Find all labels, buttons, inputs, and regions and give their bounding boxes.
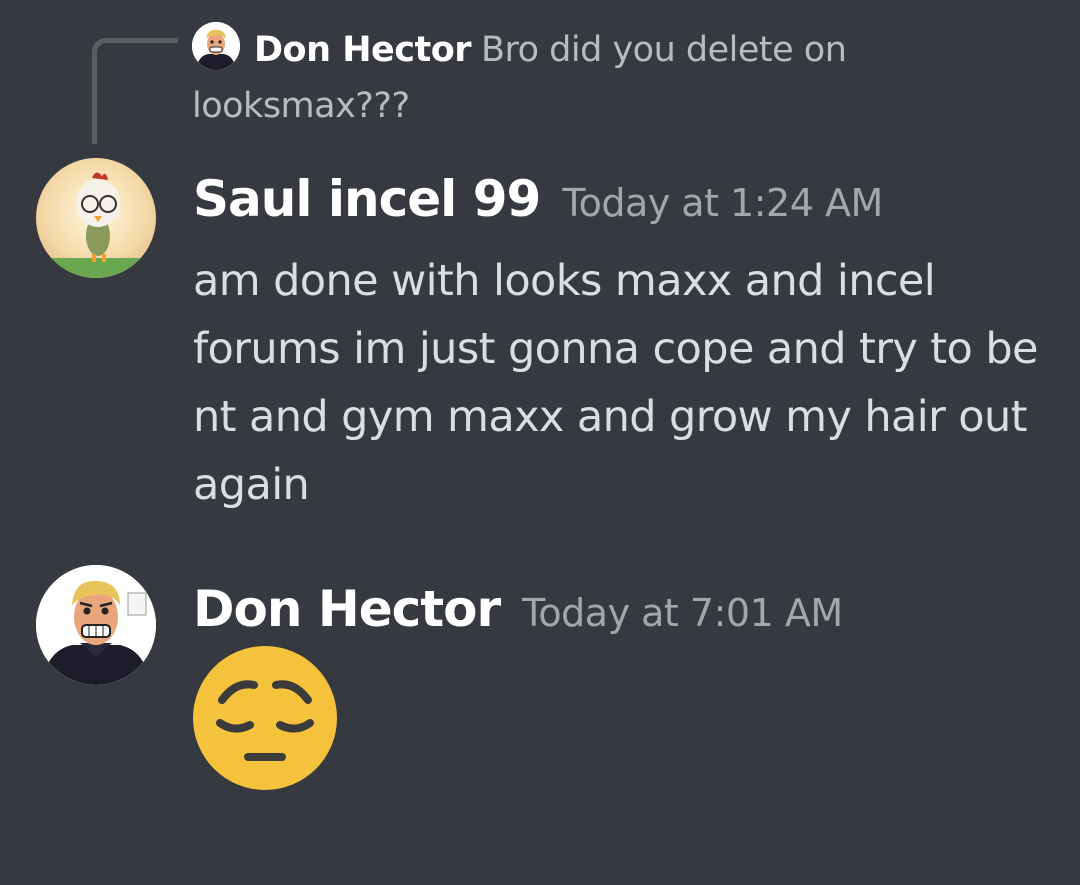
reply-preview[interactable]: Don Hector Bro did you delete on looksmax… bbox=[0, 0, 1080, 150]
user-avatar[interactable] bbox=[36, 565, 156, 685]
message-content: am done with looks maxx and incel forums… bbox=[193, 256, 1038, 510]
chick-cartoon-avatar-icon bbox=[36, 158, 156, 278]
message-item: Saul incel 99 Today at 1:24 AM am done wi… bbox=[0, 150, 1080, 530]
pensive-face-icon bbox=[193, 646, 337, 790]
reply-content: Don Hector Bro did you delete on looksmax… bbox=[192, 22, 952, 134]
user-avatar[interactable] bbox=[36, 158, 156, 278]
reply-author-name[interactable]: Don Hector bbox=[254, 30, 472, 70]
message-item: Don Hector Today at 7:01 AM bbox=[0, 555, 1080, 815]
pensive-face-emoji[interactable] bbox=[192, 645, 338, 791]
message-timestamp: Today at 1:24 AM bbox=[562, 181, 883, 225]
message-header: Saul incel 99 Today at 1:24 AM bbox=[193, 170, 883, 228]
message-author-name[interactable]: Saul incel 99 bbox=[193, 170, 541, 228]
message-header: Don Hector Today at 7:01 AM bbox=[193, 580, 843, 638]
reply-connector-line bbox=[92, 38, 178, 144]
message-timestamp: Today at 7:01 AM bbox=[522, 591, 843, 635]
comic-man-avatar-icon bbox=[36, 565, 156, 685]
chat-view: Don Hector Bro did you delete on looksmax… bbox=[0, 0, 1080, 885]
message-author-name[interactable]: Don Hector bbox=[193, 580, 501, 638]
